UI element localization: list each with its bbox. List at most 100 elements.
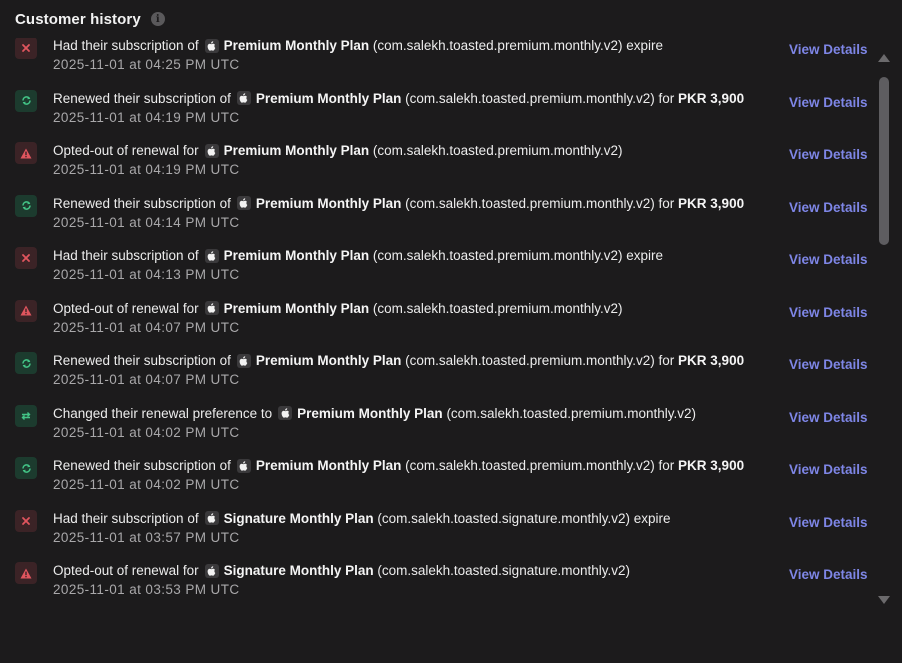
history-event-row: Renewed their subscription of Premium Mon… <box>0 346 875 398</box>
plan-name: Premium Monthly Plan <box>255 353 402 368</box>
apple-store-icon <box>236 458 251 473</box>
apple-store-icon <box>204 301 219 315</box>
apple-store-icon <box>236 91 251 105</box>
view-details-link[interactable]: View Details <box>789 200 868 215</box>
event-suffix: expire <box>626 248 664 263</box>
event-suffix: expire <box>626 38 664 53</box>
event-action-text: Renewed their subscription of <box>53 458 231 473</box>
view-details-link[interactable]: View Details <box>789 567 868 582</box>
history-event-row: Renewed their subscription of Premium Mon… <box>0 189 875 241</box>
close-icon <box>15 247 37 269</box>
history-event-row: Had their subscription of Premium Monthly… <box>0 38 875 83</box>
view-details-link[interactable]: View Details <box>789 252 868 267</box>
renew-icon <box>15 352 37 374</box>
event-timestamp: 2025-11-01 at 04:07 PM UTC <box>53 372 240 387</box>
product-id: (com.salekh.toasted.premium.monthly.v2) <box>372 38 623 53</box>
event-action-text: Renewed their subscription of <box>53 353 231 368</box>
event-description: Opted-out of renewal for Premium Monthly … <box>53 301 622 316</box>
warning-icon <box>15 299 37 322</box>
plan-name: Premium Monthly Plan <box>255 90 402 106</box>
product-id: (com.salekh.toasted.premium.monthly.v2) <box>405 353 655 368</box>
apple-store-icon <box>236 196 251 210</box>
event-amount: PKR 3,900 <box>678 90 745 106</box>
plan-name: Signature Monthly Plan <box>223 510 374 526</box>
scroll-up-arrow-icon[interactable] <box>878 54 890 62</box>
view-details-link[interactable]: View Details <box>789 515 868 530</box>
event-description: Had their subscription of Signature Month… <box>53 511 671 526</box>
swap-arrows-icon <box>15 404 37 427</box>
event-timestamp: 2025-11-01 at 04:02 PM UTC <box>53 477 240 492</box>
info-icon[interactable]: i <box>150 12 165 26</box>
plan-name: Signature Monthly Plan <box>223 563 374 578</box>
history-event-row: Had their subscription of Signature Month… <box>0 504 875 556</box>
event-timestamp: 2025-11-01 at 04:02 PM UTC <box>53 424 240 440</box>
plan-name: Premium Monthly Plan <box>223 300 370 316</box>
plan-name: Premium Monthly Plan <box>223 248 370 263</box>
event-suffix: for <box>658 90 675 106</box>
event-suffix: for <box>658 458 675 473</box>
view-details-link[interactable]: View Details <box>789 462 868 477</box>
event-timestamp: 2025-11-01 at 03:57 PM UTC <box>53 529 240 545</box>
event-timestamp: 2025-11-01 at 04:07 PM UTC <box>53 319 240 335</box>
event-timestamp: 2025-11-01 at 04:19 PM UTC <box>53 109 240 125</box>
apple-store-icon <box>204 38 219 53</box>
event-action-text: Renewed their subscription of <box>53 195 231 211</box>
event-action-text: Had their subscription of <box>53 248 199 263</box>
history-event-row: Had their subscription of Premium Monthly… <box>0 241 875 293</box>
view-details-link[interactable]: View Details <box>789 147 868 162</box>
product-id: (com.salekh.toasted.premium.monthly.v2) <box>372 300 623 316</box>
history-event-row: Opted-out of renewal for Premium Monthly … <box>0 294 875 346</box>
event-amount: PKR 3,900 <box>678 353 745 368</box>
view-details-link[interactable]: View Details <box>789 410 868 425</box>
product-id: (com.salekh.toasted.signature.monthly.v2… <box>377 563 630 578</box>
event-description: Opted-out of renewal for Signature Monthl… <box>53 563 630 578</box>
product-id: (com.salekh.toasted.premium.monthly.v2) <box>405 90 655 106</box>
plan-name: Premium Monthly Plan <box>223 143 370 158</box>
event-suffix: expire <box>633 510 671 526</box>
event-action-text: Had their subscription of <box>53 38 199 53</box>
customer-history-panel: Customer history i Had their subscriptio… <box>0 0 902 663</box>
apple-store-icon <box>236 353 251 368</box>
event-description: Changed their renewal preference to Premi… <box>53 406 696 421</box>
product-id: (com.salekh.toasted.premium.monthly.v2) <box>372 248 623 263</box>
renew-icon <box>15 194 37 217</box>
event-action-text: Changed their renewal preference to <box>53 405 273 421</box>
event-action-text: Opted-out of renewal for <box>53 563 199 578</box>
event-list: Had their subscription of Premium Monthly… <box>0 38 875 618</box>
history-event-row: Opted-out of renewal for Signature Monthl… <box>0 556 875 608</box>
event-suffix: for <box>658 195 675 211</box>
product-id: (com.salekh.toasted.premium.monthly.v2) <box>405 195 655 211</box>
event-description: Had their subscription of Premium Monthly… <box>53 248 663 263</box>
view-details-link[interactable]: View Details <box>789 42 868 57</box>
scrollbar-thumb[interactable] <box>879 77 889 245</box>
plan-name: Premium Monthly Plan <box>223 38 370 53</box>
event-action-text: Opted-out of renewal for <box>53 143 199 158</box>
plan-name: Premium Monthly Plan <box>255 195 402 211</box>
view-details-link[interactable]: View Details <box>789 357 868 372</box>
event-action-text: Had their subscription of <box>53 510 199 526</box>
event-timestamp: 2025-11-01 at 04:19 PM UTC <box>53 162 240 177</box>
scroll-down-arrow-icon[interactable] <box>878 596 890 604</box>
plan-name: Premium Monthly Plan <box>255 458 402 473</box>
view-details-link[interactable]: View Details <box>789 95 868 110</box>
history-event-row: Opted-out of renewal for Premium Monthly … <box>0 136 875 188</box>
event-description: Had their subscription of Premium Monthly… <box>53 38 663 53</box>
apple-store-icon <box>204 248 219 263</box>
event-description: Opted-out of renewal for Premium Monthly … <box>53 143 622 158</box>
event-action-text: Renewed their subscription of <box>53 90 231 106</box>
apple-store-icon <box>204 511 219 525</box>
view-details-link[interactable]: View Details <box>789 305 868 320</box>
event-timestamp: 2025-11-01 at 04:14 PM UTC <box>53 214 240 230</box>
event-suffix: for <box>658 353 675 368</box>
renew-icon <box>15 89 37 112</box>
event-description: Renewed their subscription of Premium Mon… <box>53 353 744 368</box>
warning-icon <box>15 142 37 164</box>
plan-name: Premium Monthly Plan <box>297 405 443 421</box>
event-amount: PKR 3,900 <box>678 195 745 211</box>
renew-icon <box>15 457 37 479</box>
apple-store-icon <box>204 143 219 158</box>
history-event-row: Renewed their subscription of Premium Mon… <box>0 84 875 136</box>
event-timestamp: 2025-11-01 at 04:25 PM UTC <box>53 57 240 72</box>
product-id: (com.salekh.toasted.premium.monthly.v2) <box>372 143 623 158</box>
apple-store-icon <box>204 563 219 578</box>
